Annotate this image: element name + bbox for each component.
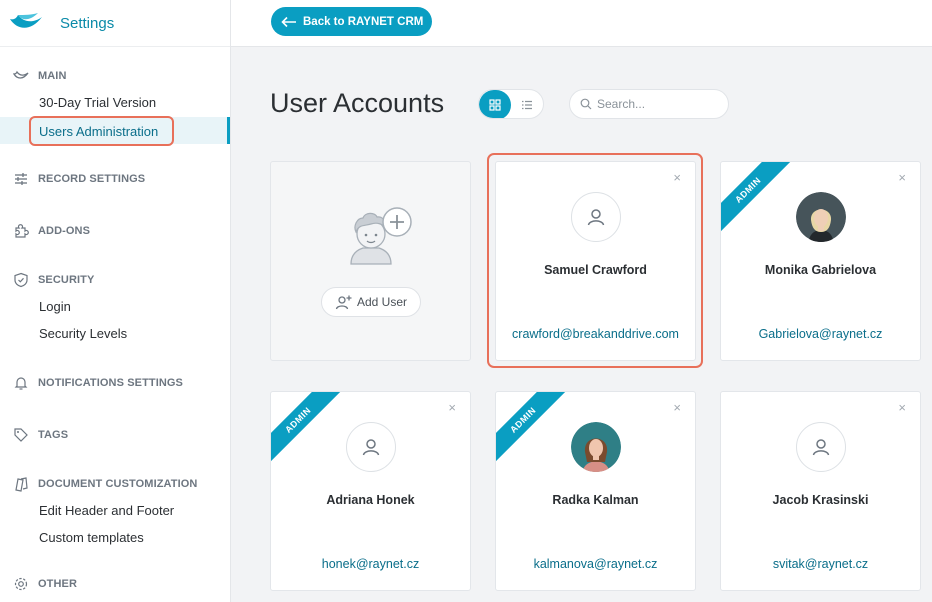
section-document-customization-label: DOCUMENT CUSTOMIZATION <box>38 478 198 490</box>
grid-icon <box>489 99 501 111</box>
arrow-left-icon <box>281 16 296 27</box>
section-notifications[interactable]: NOTIFICATIONS SETTINGS <box>0 373 183 393</box>
add-user-illustration-icon <box>350 207 412 265</box>
brand: Settings <box>0 0 230 47</box>
avatar <box>796 192 846 242</box>
section-tags-label: TAGS <box>38 429 69 441</box>
section-add-ons-label: ADD-ONS <box>38 225 91 237</box>
user-photo-icon <box>796 192 846 242</box>
user-card[interactable]: × Jacob Krasinski svitak@raynet.cz <box>720 391 921 591</box>
sidebar-item-login[interactable]: Login <box>39 297 71 317</box>
close-icon[interactable]: × <box>898 170 906 185</box>
user-name: Jacob Krasinski <box>772 493 869 507</box>
avatar <box>796 422 846 472</box>
search-input[interactable] <box>597 97 717 111</box>
puzzle-icon <box>12 222 30 240</box>
user-icon <box>587 209 605 226</box>
user-card[interactable]: ADMIN × Radka Kalman kalmanova@raynet.cz <box>495 391 696 591</box>
sidebar-item-custom-templates[interactable]: Custom templates <box>39 528 144 548</box>
user-name: Samuel Crawford <box>544 263 647 277</box>
view-toggle <box>478 89 544 119</box>
sidebar-item-users-administration[interactable]: Users Administration <box>29 116 174 146</box>
section-add-ons[interactable]: ADD-ONS <box>0 221 90 241</box>
back-to-crm-button[interactable]: Back to RAYNET CRM <box>271 7 432 36</box>
user-name: Radka Kalman <box>552 493 639 507</box>
add-user-button[interactable]: Add User <box>321 287 421 317</box>
user-plus-icon <box>335 295 352 310</box>
sidebar: Settings MAIN 30-Day Trial Version Users… <box>0 0 231 602</box>
sidebar-item-security-levels[interactable]: Security Levels <box>39 324 127 344</box>
avatar <box>346 422 396 472</box>
list-view-button[interactable] <box>511 90 543 118</box>
page-title: User Accounts <box>270 88 445 118</box>
search-icon <box>580 98 592 110</box>
user-card[interactable]: × Samuel Crawford crawford@breakanddrive… <box>495 161 696 361</box>
back-button-label: Back to RAYNET CRM <box>303 15 424 28</box>
list-icon <box>522 100 532 110</box>
avatar <box>571 422 621 472</box>
admin-badge: ADMIN <box>496 392 569 466</box>
section-other-label: OTHER <box>38 578 77 590</box>
section-main[interactable]: MAIN <box>0 66 67 86</box>
sliders-icon <box>12 170 30 188</box>
admin-badge: ADMIN <box>271 392 344 466</box>
user-icon <box>362 439 380 456</box>
user-email[interactable]: svitak@raynet.cz <box>721 557 920 571</box>
raynet-logo-icon <box>10 13 42 28</box>
shield-icon <box>12 271 30 289</box>
user-email[interactable]: Gabrielova@raynet.cz <box>721 327 920 341</box>
section-main-label: MAIN <box>38 70 67 82</box>
user-card[interactable]: ADMIN × Adriana Honek honek@raynet.cz <box>270 391 471 591</box>
close-icon[interactable]: × <box>448 400 456 415</box>
user-email[interactable]: crawford@breakanddrive.com <box>496 327 695 341</box>
user-email[interactable]: honek@raynet.cz <box>271 557 470 571</box>
section-other[interactable]: OTHER <box>0 574 77 594</box>
add-user-card[interactable]: Add User <box>270 161 471 361</box>
sidebar-item-edit-header-footer[interactable]: Edit Header and Footer <box>39 501 174 521</box>
user-photo-icon <box>571 422 621 472</box>
tag-icon <box>12 426 30 444</box>
section-notifications-label: NOTIFICATIONS SETTINGS <box>38 377 183 389</box>
grid-view-button[interactable] <box>479 90 511 118</box>
user-name: Monika Gabrielova <box>764 263 877 277</box>
search-box <box>569 89 729 119</box>
user-icon <box>812 439 830 456</box>
avatar <box>571 192 621 242</box>
bell-icon <box>12 374 30 392</box>
close-icon[interactable]: × <box>898 400 906 415</box>
app-title: Settings <box>60 14 115 32</box>
user-email[interactable]: kalmanova@raynet.cz <box>496 557 695 571</box>
close-icon[interactable]: × <box>673 170 681 185</box>
section-record-settings-label: RECORD SETTINGS <box>38 173 146 185</box>
user-card[interactable]: ADMIN × Monika Gabrielova Gabrielova@ray… <box>720 161 921 361</box>
close-icon[interactable]: × <box>673 400 681 415</box>
section-document-customization[interactable]: DOCUMENT CUSTOMIZATION <box>0 474 197 494</box>
section-tags[interactable]: TAGS <box>0 425 68 445</box>
section-security[interactable]: SECURITY <box>0 270 94 290</box>
gear-icon <box>12 575 30 593</box>
admin-badge: ADMIN <box>721 162 794 236</box>
section-security-label: SECURITY <box>38 274 95 286</box>
sidebar-item-trial[interactable]: 30-Day Trial Version <box>39 93 156 113</box>
documents-icon <box>12 475 30 493</box>
bird-icon <box>12 67 30 85</box>
user-name: Adriana Honek <box>326 493 415 507</box>
add-user-label: Add User <box>356 295 408 309</box>
section-record-settings[interactable]: RECORD SETTINGS <box>0 169 145 189</box>
